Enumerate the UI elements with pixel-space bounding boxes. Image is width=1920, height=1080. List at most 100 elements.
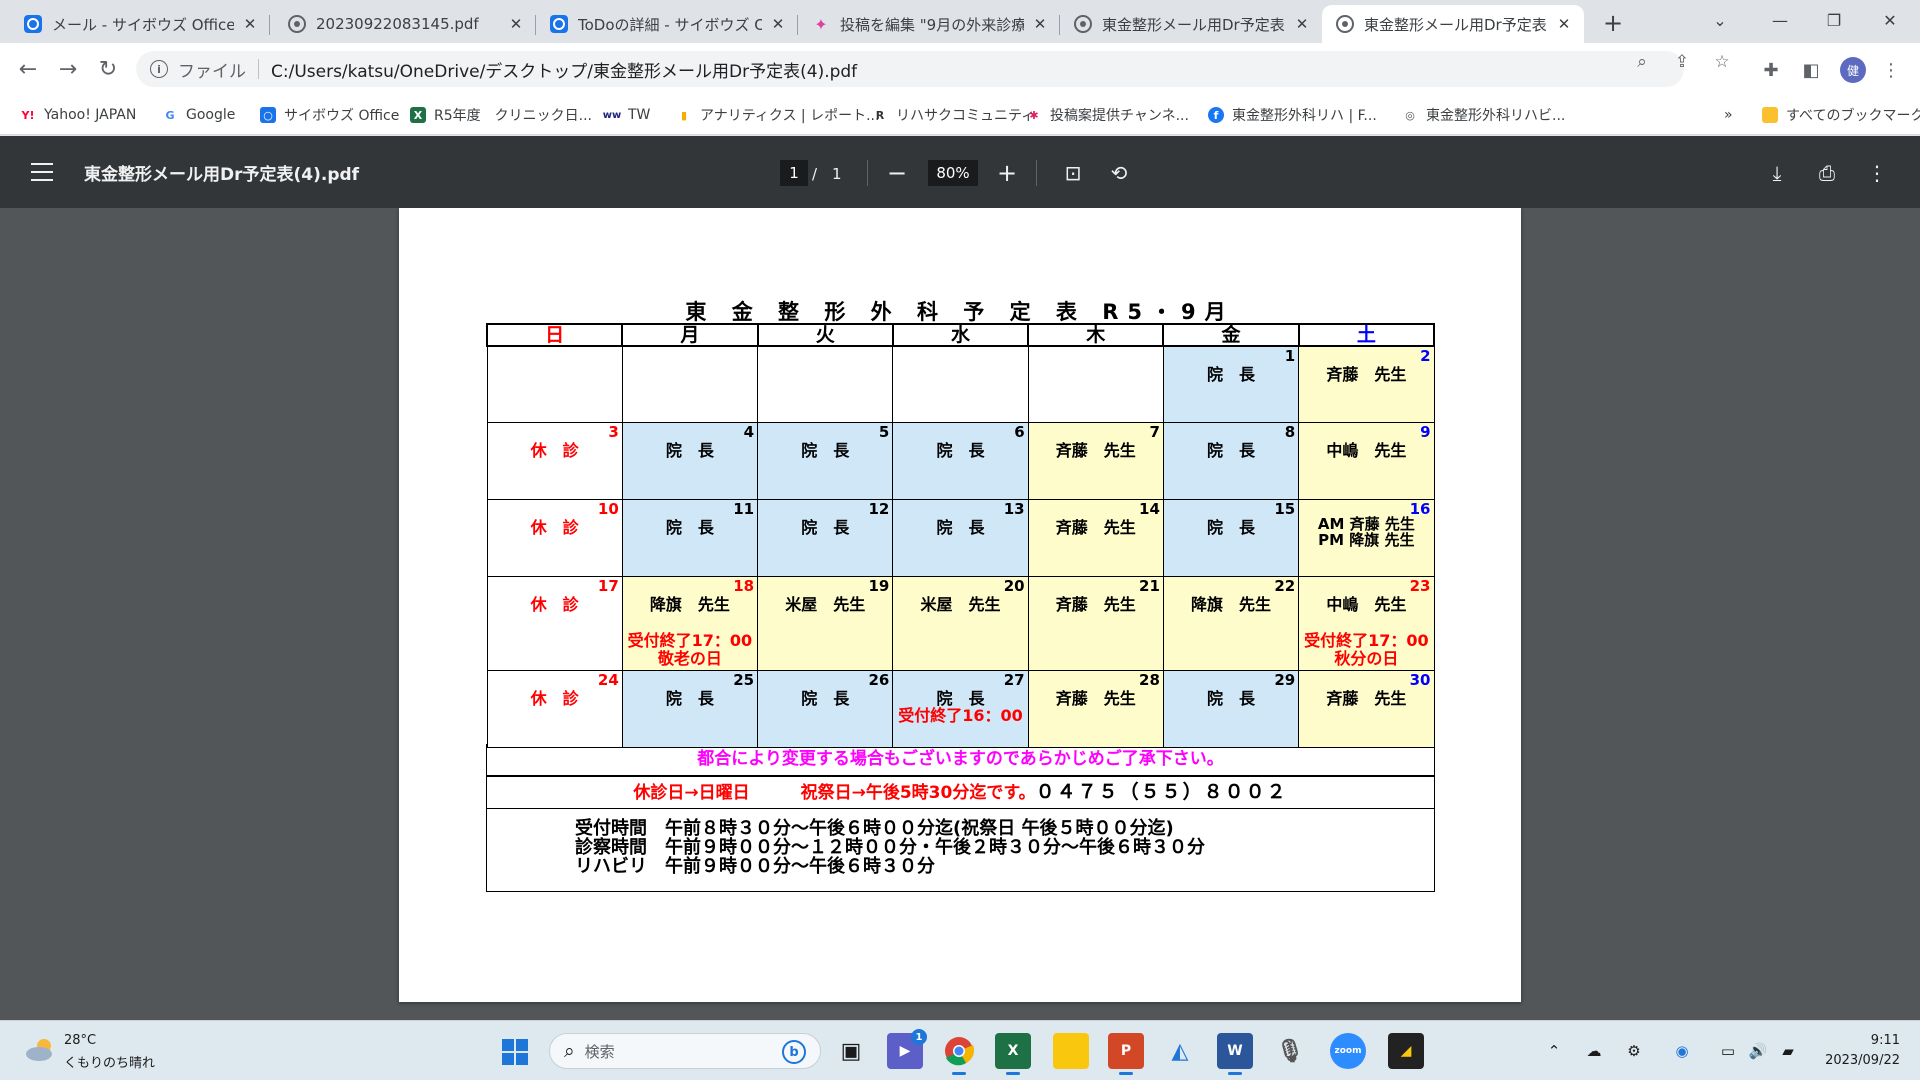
reload-icon[interactable]: ↻	[92, 53, 124, 85]
zoom-in-button[interactable]: +	[992, 158, 1022, 188]
cybozu-icon	[550, 15, 568, 33]
close-icon[interactable]: ✕	[240, 14, 260, 34]
bookmark-instagram[interactable]: ◎ 東金整形外科リハビ...	[1402, 104, 1565, 126]
address-bar[interactable]: i ファイル C:/Users/katsu/OneDrive/デスクトップ/東金…	[136, 51, 1684, 87]
zoom-out-button[interactable]: −	[882, 158, 912, 188]
weather-temperature[interactable]: 28°C	[64, 1033, 96, 1048]
new-tab-button[interactable]: +	[1598, 8, 1628, 38]
info-icon[interactable]: i	[150, 60, 168, 78]
bookmarks-overflow-button[interactable]: »	[1724, 104, 1733, 126]
close-icon[interactable]: ✕	[506, 14, 526, 34]
copilot-icon[interactable]: ◉	[1670, 1039, 1694, 1063]
tab-pdf-1[interactable]: 20230922083145.pdf ✕	[274, 5, 536, 43]
onedrive-icon[interactable]: ☁	[1582, 1039, 1606, 1063]
fit-page-icon[interactable]: ⊡	[1058, 158, 1088, 188]
volume-icon[interactable]: 🔊	[1746, 1039, 1770, 1063]
bookmark-cybozu[interactable]: ○ サイボウズ Office	[260, 104, 399, 126]
calendar-day-cell: 14 斉藤 先生	[1027, 498, 1164, 577]
back-icon[interactable]: ←	[12, 53, 44, 85]
network-icon[interactable]: ▭	[1716, 1039, 1740, 1063]
bookmark-facebook[interactable]: f 東金整形外科リハ | F...	[1208, 104, 1377, 126]
pdf-page: 東 金 整 形 外 科 予 定 表 R5・9月 日月火水木金土 1 院 長 2 斉藤 …	[399, 208, 1521, 1002]
chevron-up-icon[interactable]: ⌃	[1542, 1039, 1566, 1063]
weekday-header-row: 日月火水木金土	[485, 323, 1436, 347]
bookmark-slack[interactable]: ✱ 投稿案提供チャンネ...	[1026, 104, 1189, 126]
bookmark-analytics[interactable]: ▮ アナリティクス | レポート...	[676, 104, 879, 126]
analytics-icon: ▮	[680, 108, 688, 122]
search-placeholder: 検索	[584, 1042, 615, 1061]
photos-icon[interactable]: ◭	[1162, 1033, 1198, 1069]
zoom-level-input[interactable]: 80%	[928, 160, 978, 186]
print-icon[interactable]: ⎙	[1812, 158, 1842, 188]
powerpoint-icon[interactable]: P	[1108, 1033, 1144, 1075]
share-icon[interactable]: ⇪	[1672, 52, 1692, 72]
bookmark-label: 東金整形外科リハビ...	[1426, 108, 1566, 124]
calendar-day-cell: 26 院 長	[757, 669, 894, 748]
forward-icon[interactable]: →	[52, 53, 84, 85]
bookmark-rihasaku[interactable]: R リハサクコミュニティ	[872, 104, 1035, 126]
battery-icon[interactable]: ▰	[1776, 1039, 1800, 1063]
doctor-name: 院 長	[936, 517, 985, 537]
menu-icon[interactable]	[28, 158, 56, 186]
weather-description[interactable]: くもりのち晴れ	[64, 1052, 155, 1071]
profile-avatar[interactable]: 健	[1840, 57, 1866, 83]
bing-icon[interactable]: b	[782, 1040, 806, 1064]
rotate-icon[interactable]: ⟲	[1104, 158, 1134, 188]
tab-mail[interactable]: メール - サイボウズ Office ✕	[10, 5, 270, 43]
bookmark-r5-clinic[interactable]: X R5年度 クリニック日...	[410, 104, 592, 126]
tab-pdf-active[interactable]: 東金整形メール用Dr予定表(4).pdf ✕	[1322, 5, 1584, 43]
all-bookmarks[interactable]: すべてのブックマーク	[1762, 104, 1920, 126]
chrome-menu-icon[interactable]: ⋮	[1878, 57, 1904, 83]
recorder-icon[interactable]: 🎙	[1272, 1033, 1308, 1069]
chrome-icon[interactable]	[941, 1033, 977, 1075]
teams-icon[interactable]: ▶ 1	[887, 1029, 927, 1069]
extensions-icon[interactable]: ✚	[1758, 57, 1784, 83]
page-number-input[interactable]: 1	[780, 160, 808, 186]
bookmark-yahoo[interactable]: Y! Yahoo! JAPAN	[20, 104, 137, 126]
zoom-app-icon[interactable]: zoom	[1330, 1033, 1366, 1069]
start-button[interactable]	[502, 1039, 528, 1065]
pdf-viewer[interactable]: 東 金 整 形 外 科 予 定 表 R5・9月 日月火水木金土 1 院 長 2 斉藤 …	[0, 208, 1920, 1020]
close-icon[interactable]: ✕	[1292, 14, 1312, 34]
window-close-icon[interactable]: ✕	[1870, 4, 1910, 36]
tab-wordpress[interactable]: ✦ 投稿を編集 "9月の外来診療 ✕	[798, 5, 1060, 43]
tab-strip: メール - サイボウズ Office ✕ 20230922083145.pdf …	[0, 0, 1920, 43]
close-icon[interactable]: ✕	[768, 14, 788, 34]
word-icon[interactable]: W	[1217, 1033, 1253, 1075]
close-icon[interactable]: ✕	[1030, 14, 1050, 34]
app-tray-icon[interactable]: ⚙	[1622, 1039, 1646, 1063]
weather-cloudy-icon[interactable]	[24, 1037, 58, 1063]
minimize-icon[interactable]: —	[1760, 4, 1800, 36]
calendar-day-cell	[757, 345, 894, 423]
excel-icon[interactable]: X	[995, 1033, 1031, 1075]
calendar-week: 17 休 診 18 降旗 先生 受付終了17：00 敬老の日 19 米屋 先生 20 米屋 先生…	[486, 575, 1435, 671]
schedule-calendar: 日月火水木金土 1 院 長 2 斉藤 先生 3 休 診 4 院 長 5 院 長 6 院 長 7 斉藤 先生…	[485, 323, 1436, 748]
day-number: 13	[1003, 499, 1025, 518]
bookmark-tw[interactable]: ww TW	[603, 104, 651, 126]
taskbar-search[interactable]: ⌕ 検索 b	[549, 1033, 821, 1069]
calendar-day-cell: 5 院 長	[757, 421, 894, 500]
cybozu-icon	[24, 15, 42, 33]
sticky-notes-icon[interactable]: ◢	[1388, 1033, 1424, 1069]
task-view-icon[interactable]: ▣	[833, 1033, 869, 1069]
bookmark-google[interactable]: G Google	[162, 104, 235, 126]
download-icon[interactable]: ⤓	[1762, 158, 1792, 188]
more-options-icon[interactable]: ⋮	[1862, 158, 1892, 188]
star-icon[interactable]: ☆	[1712, 52, 1732, 72]
clock-time[interactable]: 9:11	[1860, 1033, 1900, 1048]
zoom-icon[interactable]: ⌕	[1632, 52, 1652, 72]
reception-hours: 受付時間 午前８時３０分～午後６時００分迄(祝祭日 午後５時００分迄)	[575, 818, 1174, 839]
tab-search-icon[interactable]: ⌄	[1700, 4, 1740, 36]
tab-todo[interactable]: ToDoの詳細 - サイボウズ Office ✕	[536, 5, 798, 43]
address-url[interactable]: C:/Users/katsu/OneDrive/デスクトップ/東金整形メール用D…	[271, 57, 857, 82]
side-panel-icon[interactable]: ◧	[1798, 57, 1824, 83]
day-number: 10	[597, 499, 619, 518]
close-icon[interactable]: ✕	[1554, 14, 1574, 34]
clock-date[interactable]: 2023/09/22	[1818, 1053, 1900, 1068]
tab-pdf-2[interactable]: 東金整形メール用Dr予定表(4).pdf ✕	[1060, 5, 1322, 43]
doctor-name: 斉藤 先生	[1055, 594, 1136, 614]
restore-icon[interactable]: ❐	[1814, 4, 1854, 36]
calendar-day-cell	[621, 345, 759, 423]
file-explorer-icon[interactable]	[1053, 1033, 1089, 1069]
calendar-day-cell: 7 斉藤 先生	[1027, 421, 1164, 500]
